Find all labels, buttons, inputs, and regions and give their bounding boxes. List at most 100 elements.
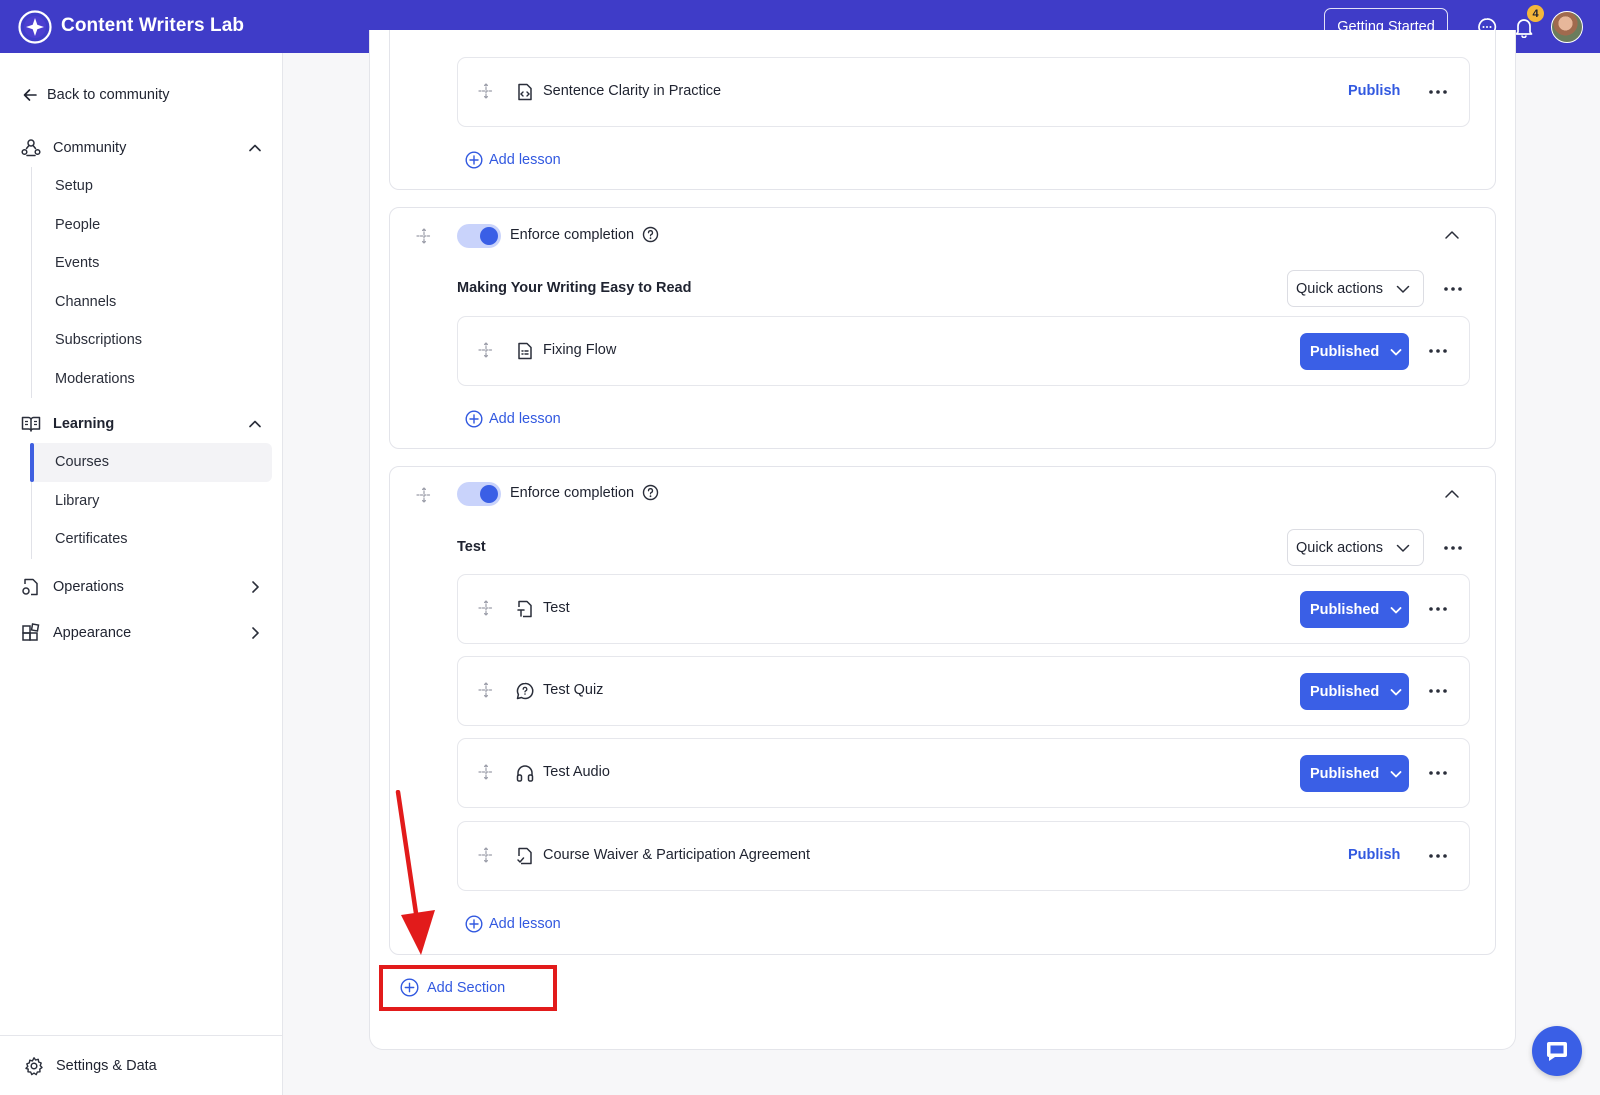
back-to-community-link[interactable]: Back to community	[22, 87, 170, 103]
quiz-bubble-icon	[514, 680, 536, 702]
enforce-completion-toggle[interactable]	[457, 482, 501, 506]
sidebar-item-people[interactable]: People	[32, 206, 272, 245]
more-options-icon[interactable]	[1427, 341, 1449, 361]
drag-handle-icon[interactable]	[477, 763, 495, 781]
drag-handle-icon[interactable]	[477, 341, 495, 359]
more-options-icon[interactable]	[1442, 279, 1464, 299]
sidebar-learning-header[interactable]: Learning	[20, 413, 264, 435]
sidebar-community-header[interactable]: Community	[20, 137, 264, 159]
chevron-right-icon[interactable]	[246, 624, 264, 642]
toggle-knob	[480, 485, 498, 503]
published-dropdown[interactable]: Published	[1300, 333, 1409, 370]
support-chat-button[interactable]	[1532, 1026, 1582, 1076]
add-lesson-button[interactable]: Add lesson	[465, 915, 561, 933]
quick-actions-label: Quick actions	[1296, 280, 1384, 297]
red-arrow-icon	[395, 790, 435, 955]
published-label: Published	[1310, 601, 1380, 618]
sidebar: Back to community Community Setup People…	[0, 53, 283, 1095]
publish-link[interactable]: Publish	[1348, 847, 1400, 863]
enforce-completion-toggle[interactable]	[457, 224, 501, 248]
sidebar-operations-header[interactable]: Operations	[20, 576, 264, 598]
enforce-completion-label: Enforce completion	[510, 484, 635, 501]
more-options-icon[interactable]	[1427, 846, 1449, 866]
lesson-row[interactable]: Sentence Clarity in Practice Publish	[457, 57, 1470, 127]
chevron-right-icon[interactable]	[246, 578, 264, 596]
chevron-down-icon	[1396, 285, 1410, 293]
quick-actions-dropdown[interactable]: Quick actions	[1287, 529, 1424, 566]
avatar[interactable]	[1551, 11, 1583, 43]
document-check-icon	[514, 845, 536, 867]
notification-badge: 4	[1526, 4, 1545, 23]
lesson-title[interactable]: Sentence Clarity in Practice	[543, 83, 721, 99]
drag-handle-icon[interactable]	[477, 681, 495, 699]
sidebar-community-label: Community	[53, 140, 127, 156]
sidebar-item-certificates[interactable]: Certificates	[32, 520, 272, 559]
community-subnav: Setup People Events Channels Subscriptio…	[31, 167, 272, 398]
chevron-up-icon[interactable]	[246, 415, 264, 433]
enforce-completion: Enforce completion	[510, 226, 659, 243]
sidebar-operations-label: Operations	[53, 579, 124, 595]
drag-handle-icon[interactable]	[415, 227, 433, 245]
sidebar-item-setup[interactable]: Setup	[32, 167, 272, 206]
lesson-title[interactable]: Test Audio	[543, 764, 610, 780]
lesson-title[interactable]: Course Waiver & Participation Agreement	[543, 847, 810, 863]
quick-actions-label: Quick actions	[1296, 539, 1384, 556]
sidebar-item-channels[interactable]: Channels	[32, 283, 272, 322]
community-icon	[20, 137, 42, 159]
chevron-up-icon[interactable]	[1443, 226, 1461, 244]
more-options-icon[interactable]	[1427, 681, 1449, 701]
add-lesson-label: Add lesson	[489, 411, 561, 427]
section-title[interactable]: Making Your Writing Easy to Read	[457, 280, 691, 296]
more-options-icon[interactable]	[1427, 82, 1449, 102]
headphones-icon	[514, 762, 536, 784]
add-lesson-button[interactable]: Add lesson	[465, 410, 561, 428]
drag-handle-icon[interactable]	[477, 599, 495, 617]
sidebar-item-moderations[interactable]: Moderations	[32, 360, 272, 399]
help-icon[interactable]	[642, 226, 659, 243]
app-title[interactable]: Content Writers Lab	[61, 15, 244, 37]
sidebar-item-library[interactable]: Library	[32, 482, 272, 521]
settings-data-link[interactable]: Settings & Data	[0, 1035, 282, 1095]
blocks-icon	[20, 622, 42, 644]
plus-circle-icon	[465, 410, 483, 428]
lesson-row[interactable]: Course Waiver & Participation Agreement …	[457, 821, 1470, 891]
section-title[interactable]: Test	[457, 539, 486, 555]
drag-handle-icon[interactable]	[415, 486, 433, 504]
published-dropdown[interactable]: Published	[1300, 591, 1409, 628]
quick-actions-dropdown[interactable]: Quick actions	[1287, 270, 1424, 307]
lesson-title[interactable]: Fixing Flow	[543, 342, 616, 358]
lesson-row[interactable]: Test Published	[457, 574, 1470, 644]
learning-subnav: Courses Library Certificates	[30, 443, 272, 559]
lesson-title[interactable]: Test Quiz	[543, 682, 603, 698]
chevron-down-icon	[1390, 348, 1402, 355]
toggle-knob	[480, 227, 498, 245]
chevron-up-icon[interactable]	[1443, 485, 1461, 503]
published-dropdown[interactable]: Published	[1300, 755, 1409, 792]
sidebar-appearance-header[interactable]: Appearance	[20, 622, 264, 644]
more-options-icon[interactable]	[1427, 599, 1449, 619]
lesson-row[interactable]: Fixing Flow Published	[457, 316, 1470, 386]
plus-circle-icon	[465, 151, 483, 169]
text-file-icon	[514, 598, 536, 620]
lesson-row[interactable]: Test Quiz Published	[457, 656, 1470, 726]
logo-icon[interactable]	[18, 10, 52, 44]
publish-link[interactable]: Publish	[1348, 83, 1400, 99]
drag-handle-icon[interactable]	[477, 846, 495, 864]
sidebar-item-courses[interactable]: Courses	[30, 443, 272, 482]
add-lesson-label: Add lesson	[489, 916, 561, 932]
lesson-row[interactable]: Test Audio Published	[457, 738, 1470, 808]
chevron-up-icon[interactable]	[246, 139, 264, 157]
plus-circle-icon	[465, 915, 483, 933]
gear-icon	[25, 1056, 43, 1075]
more-options-icon[interactable]	[1427, 763, 1449, 783]
add-lesson-button[interactable]: Add lesson	[465, 151, 561, 169]
drag-handle-icon[interactable]	[477, 82, 495, 100]
sidebar-item-events[interactable]: Events	[32, 244, 272, 283]
lesson-title[interactable]: Test	[543, 600, 570, 616]
published-label: Published	[1310, 683, 1380, 700]
enforce-completion-label: Enforce completion	[510, 226, 635, 243]
more-options-icon[interactable]	[1442, 538, 1464, 558]
published-dropdown[interactable]: Published	[1300, 673, 1409, 710]
sidebar-item-subscriptions[interactable]: Subscriptions	[32, 321, 272, 360]
help-icon[interactable]	[642, 484, 659, 501]
